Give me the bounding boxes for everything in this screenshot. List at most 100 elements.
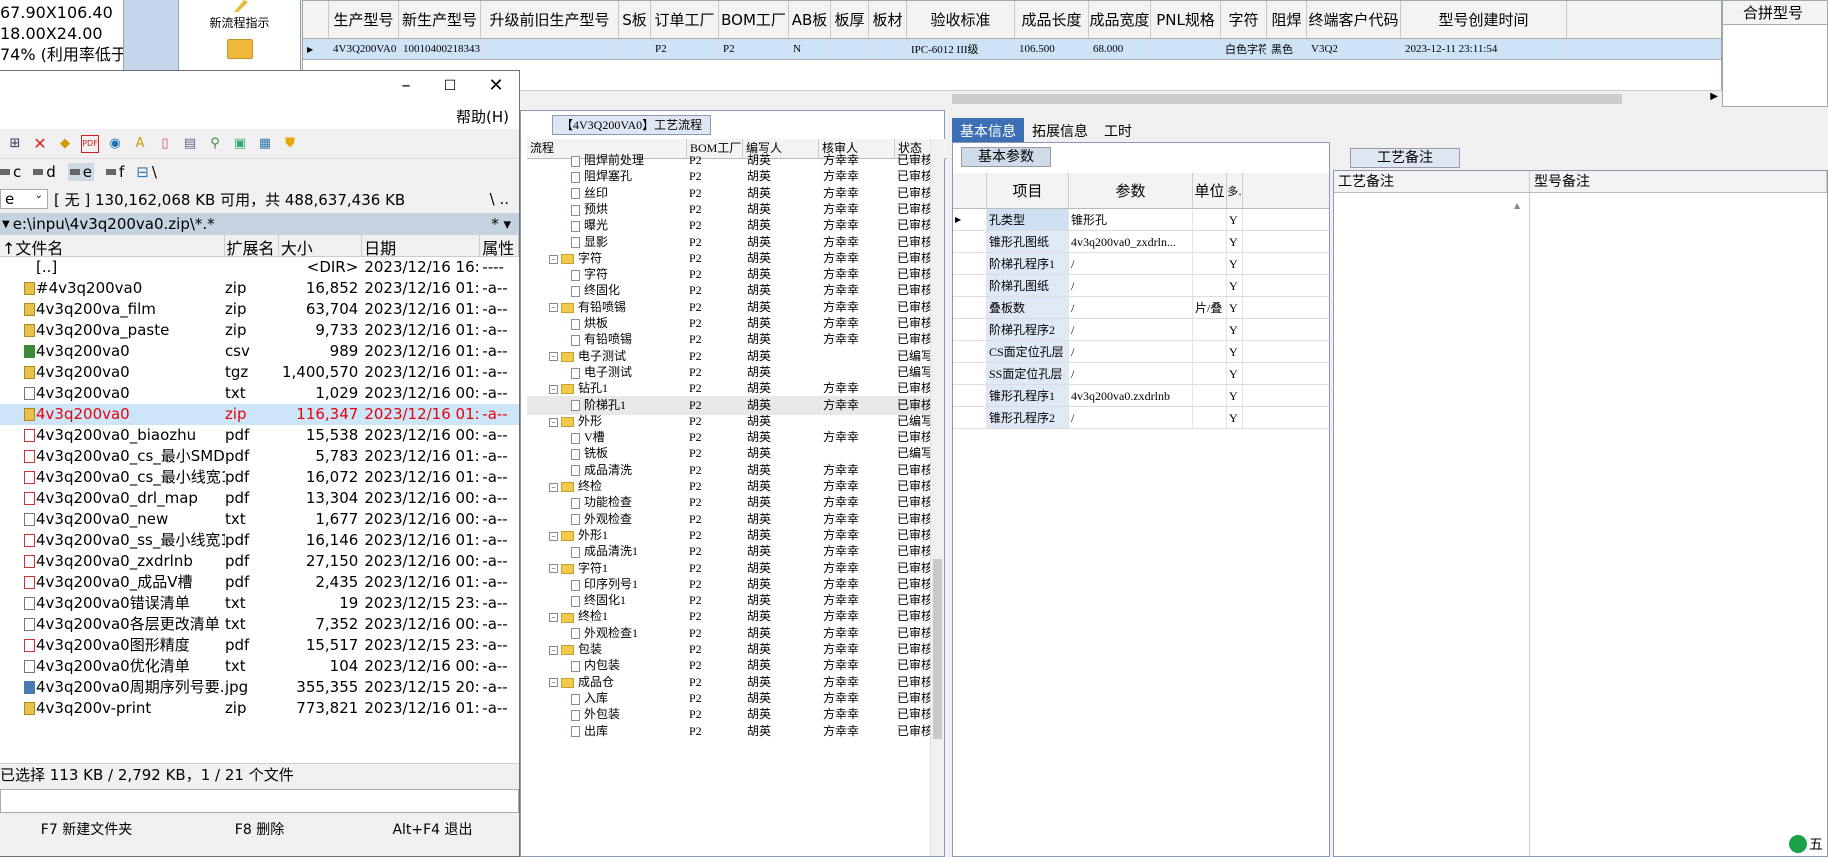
tab-work-hours[interactable]: 工时: [1096, 118, 1140, 142]
column-header[interactable]: BOM工厂: [719, 1, 789, 38]
column-header[interactable]: S板: [619, 1, 651, 38]
file-row[interactable]: 4v3q200va_paste zip 9,733 2023/12/16 01:02-…: [0, 320, 519, 341]
collapse-toggle-icon[interactable]: −: [549, 531, 558, 541]
param-param[interactable]: /: [1069, 407, 1193, 428]
grid-cell[interactable]: P2: [651, 39, 719, 59]
close-icon[interactable]: ✕: [478, 75, 514, 99]
file-row[interactable]: 4v3q200va0 tgz 1,400,570 2023/12/16 01:04-a…: [0, 362, 519, 383]
drive-network[interactable]: ⊟ \: [136, 163, 157, 181]
drive-f[interactable]: f: [106, 163, 124, 181]
column-attr[interactable]: 属性: [480, 235, 519, 256]
param-param[interactable]: 4v3q200va0.zxdrlnb: [1069, 385, 1193, 406]
column-header[interactable]: 多.: [1227, 173, 1243, 208]
column-header[interactable]: 新生产型号: [399, 1, 481, 38]
param-param[interactable]: /: [1069, 363, 1193, 384]
grid-cell[interactable]: P2: [719, 39, 789, 59]
collapse-toggle-icon[interactable]: −: [549, 254, 558, 264]
file-row[interactable]: 4v3q200va0各层更改清单txt 7,352 2023/12/16 00:58…: [0, 614, 519, 635]
process-step[interactable]: 出库: [527, 722, 687, 741]
column-header[interactable]: 字符: [1221, 1, 1267, 38]
tree-icon[interactable]: ⚲: [206, 135, 224, 153]
scrollbar-thumb[interactable]: [952, 94, 1622, 104]
column-header[interactable]: 板厚: [831, 1, 869, 38]
param-param[interactable]: 4v3q200va0_zxdrln...: [1069, 231, 1193, 252]
column-header[interactable]: 项目: [987, 173, 1069, 208]
drive-select[interactable]: e ⌄: [0, 189, 48, 209]
param-row[interactable]: 锥形孔图纸 4v3q200va0_zxdrln... Y: [953, 231, 1329, 253]
column-date[interactable]: 日期: [362, 235, 481, 256]
column-size[interactable]: 大小: [279, 235, 363, 256]
shield-icon[interactable]: ⛊: [281, 135, 299, 153]
drive-d[interactable]: d: [33, 163, 56, 181]
grid-cell[interactable]: 10010400218343: [399, 39, 481, 59]
param-row[interactable]: 阶梯孔程序1/ Y: [953, 253, 1329, 275]
param-unit[interactable]: [1193, 319, 1227, 340]
file-row[interactable]: 4v3q200va0_cs_最小线宽1.. pdf 16,072 2023/12/16…: [0, 467, 519, 488]
param-row[interactable]: 锥形孔程序1 4v3q200va0.zxdrlnb Y: [953, 385, 1329, 407]
file-row[interactable]: 4v3q200va0_cs_最小SMD1.. pdf 5,783 2023/12/16…: [0, 446, 519, 467]
column-header[interactable]: 工艺备注: [1334, 171, 1530, 192]
basic-params-tab[interactable]: 基本参数: [961, 147, 1051, 167]
grid-cell[interactable]: IPC-6012 III级: [907, 39, 1015, 59]
column-header[interactable]: 单位: [1193, 173, 1227, 208]
scroll-up-icon[interactable]: ▲: [1514, 201, 1520, 210]
file-row[interactable]: 4v3q200va0_drl_map pdf 13,304 2023/12/16 00…: [0, 488, 519, 509]
column-header[interactable]: 成品宽度: [1089, 1, 1151, 38]
param-row[interactable]: ▶ 孔类型 锥形孔 Y: [953, 209, 1329, 231]
file-row[interactable]: 4v3q200va0_成品V槽 pdf 2,435 2023/12/16 01:00-…: [0, 572, 519, 593]
process-row[interactable]: 出库 P2 胡英 方幸幸 已审核: [527, 722, 935, 741]
exit-button[interactable]: Alt+F4 退出: [346, 819, 519, 839]
param-unit[interactable]: 片/叠: [1193, 297, 1227, 318]
file-row[interactable]: 4v3q200va0 csv 989 2023/12/16 01:03-a--: [0, 341, 519, 362]
scrollbar-thumb[interactable]: [933, 559, 942, 739]
collapse-toggle-icon[interactable]: −: [549, 384, 558, 394]
column-header[interactable]: 订单工厂: [651, 1, 719, 38]
grid-cell[interactable]: [481, 39, 619, 59]
grid-cell[interactable]: [831, 39, 869, 59]
file-row[interactable]: 4v3q200va0_ss_最小线宽1.. pdf 16,146 2023/12/16…: [0, 530, 519, 551]
param-unit[interactable]: [1193, 231, 1227, 252]
column-header[interactable]: 成品长度: [1015, 1, 1089, 38]
collapse-toggle-icon[interactable]: −: [549, 352, 558, 362]
params-grid[interactable]: 项目 参数 单位 多. ▶ 孔类型 锥形孔 Y 锥形孔图纸 4v3q200va0_zxdr…: [953, 173, 1329, 429]
file-row[interactable]: 4v3q200v-print zip 773,821 2023/12/16 01:03…: [0, 698, 519, 719]
vertical-scrollbar[interactable]: [930, 139, 944, 856]
table-row[interactable]: ▶ 4V3Q200VA0 10010400218343 P2 P2 N IPC-…: [303, 39, 1721, 60]
param-row[interactable]: SS面定位孔层 / Y: [953, 363, 1329, 385]
file-row[interactable]: 4v3q200va0优化清单 txt 104 2023/12/16 00:55-a--: [0, 656, 519, 677]
param-param[interactable]: /: [1069, 319, 1193, 340]
column-ext[interactable]: 扩展名: [225, 235, 279, 256]
drive-e[interactable]: e: [67, 163, 95, 181]
param-m[interactable]: Y: [1227, 231, 1243, 252]
param-unit[interactable]: [1193, 363, 1227, 384]
param-m[interactable]: Y: [1227, 341, 1243, 362]
file-row[interactable]: 4v3q200va0 zip 116,347 2023/12/16 01:05-a--: [0, 404, 519, 425]
compare-icon[interactable]: ▦: [256, 135, 274, 153]
column-header[interactable]: 终端客户代码: [1307, 1, 1401, 38]
param-row[interactable]: 阶梯孔图纸 / Y: [953, 275, 1329, 297]
file-row[interactable]: 4v3q200va0图形精度 pdf 15,517 2023/12/15 23:21-…: [0, 635, 519, 656]
ime-indicator[interactable]: 五: [1789, 834, 1823, 854]
file-row[interactable]: 4v3q200va0_biaozhu pdf 15,538 2023/12/16 00…: [0, 425, 519, 446]
text-icon[interactable]: A: [131, 135, 149, 153]
column-name[interactable]: ↑文件名: [0, 235, 225, 256]
param-unit[interactable]: [1193, 385, 1227, 406]
param-unit[interactable]: [1193, 275, 1227, 296]
root-parent-buttons[interactable]: \ ..: [490, 190, 519, 208]
sync-icon[interactable]: ◉: [106, 135, 124, 153]
file-row[interactable]: 4v3q200va_film zip 63,704 2023/12/16 01:02-…: [0, 299, 519, 320]
param-m[interactable]: Y: [1227, 385, 1243, 406]
image-icon[interactable]: ▣: [231, 135, 249, 153]
grid-cell[interactable]: [1151, 39, 1221, 59]
param-row[interactable]: 叠板数 / 片/叠 Y: [953, 297, 1329, 319]
tab-extended-info[interactable]: 拓展信息: [1024, 118, 1096, 142]
network-icon[interactable]: ⊞: [6, 135, 24, 153]
f8-delete-button[interactable]: F8 删除: [173, 819, 346, 839]
param-param[interactable]: /: [1069, 253, 1193, 274]
param-unit[interactable]: [1193, 341, 1227, 362]
column-header[interactable]: 型号备注: [1530, 171, 1827, 192]
param-m[interactable]: Y: [1227, 209, 1243, 230]
process-remark-tab[interactable]: 工艺备注: [1350, 148, 1460, 168]
collapse-toggle-icon[interactable]: −: [549, 417, 558, 427]
column-header[interactable]: 验收标准: [907, 1, 1015, 38]
